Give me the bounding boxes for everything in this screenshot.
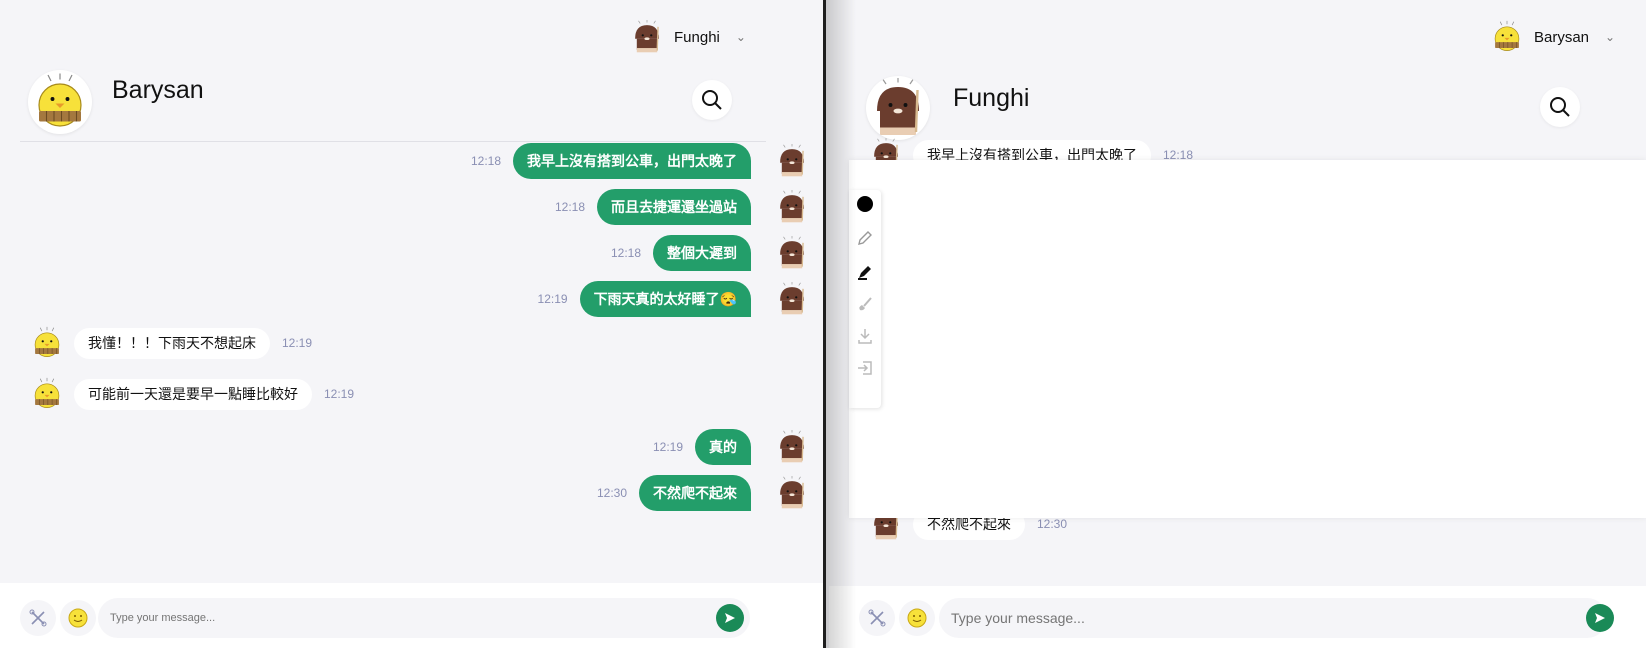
message-row: 我懂！！！下雨天不想起床 12:19	[30, 326, 312, 360]
user-menu[interactable]: Barysan ⌄	[1490, 20, 1615, 54]
send-button[interactable]	[1586, 604, 1614, 632]
composer	[829, 586, 1646, 648]
sender-avatar	[775, 144, 809, 178]
current-user-name: Barysan	[1534, 28, 1590, 46]
contact-avatar	[866, 76, 930, 140]
message-time: 12:18	[470, 154, 501, 168]
color-picker-button[interactable]	[855, 194, 875, 214]
message-input[interactable]	[98, 598, 750, 638]
download-icon	[858, 329, 872, 344]
sender-avatar	[775, 282, 809, 316]
whiteboard-canvas[interactable]	[849, 160, 1646, 518]
pencil-icon	[858, 231, 872, 245]
message-time: 12:18	[554, 200, 585, 214]
message-bubble-outgoing[interactable]: 而且去捷運還坐過站	[597, 189, 751, 225]
left-chat-window: Funghi ⌄ Barysan 12:18 我早上沒有搭到公車，出門太晚了 1…	[0, 0, 826, 648]
search-button[interactable]	[1540, 87, 1580, 127]
message-bubble-outgoing[interactable]: 整個大遲到	[653, 235, 751, 271]
message-row: 12:18 整個大遲到	[611, 235, 751, 271]
emoji-icon	[907, 608, 927, 628]
exit-icon	[858, 361, 872, 375]
chat-title: Barysan	[112, 76, 204, 104]
chat-title: Funghi	[953, 84, 1030, 112]
color-swatch-icon	[857, 196, 873, 212]
contact-avatar-small	[30, 377, 64, 411]
send-icon	[1595, 613, 1605, 623]
message-time: 12:19	[282, 336, 313, 350]
current-user-avatar	[630, 20, 664, 54]
message-time: 12:18	[610, 246, 641, 260]
message-time: 12:30	[596, 486, 627, 500]
eraser-button[interactable]	[855, 294, 875, 314]
current-user-name: Funghi	[674, 28, 720, 46]
message-input-container	[98, 598, 750, 638]
message-bubble-outgoing[interactable]: 真的	[695, 429, 751, 465]
message-time: 12:30	[1037, 517, 1068, 531]
search-icon	[1550, 97, 1570, 117]
window-divider	[826, 0, 856, 648]
marker-icon	[858, 266, 871, 280]
search-button[interactable]	[692, 80, 732, 120]
message-row: 12:19 下雨天真的太好睡了😪	[538, 281, 751, 317]
message-input[interactable]	[939, 598, 1607, 638]
message-row: 12:19 真的	[653, 429, 751, 465]
send-button[interactable]	[716, 604, 744, 632]
message-bubble-incoming[interactable]: 我懂！！！下雨天不想起床	[74, 327, 270, 359]
message-row: 可能前一天還是要早一點睡比較好 12:19	[30, 377, 354, 411]
pencil-button[interactable]	[855, 228, 875, 248]
emoji-icon	[68, 608, 88, 628]
sender-avatar	[775, 430, 809, 464]
chevron-down-icon: ⌄	[735, 30, 746, 44]
message-bubble-outgoing[interactable]: 下雨天真的太好睡了😪	[579, 281, 751, 317]
message-input-container	[939, 598, 1607, 638]
exit-button[interactable]	[855, 358, 875, 378]
composer	[0, 583, 823, 648]
message-row: 12:30 不然爬不起來	[597, 475, 751, 511]
tools-button[interactable]	[859, 600, 895, 636]
sender-avatar	[775, 236, 809, 270]
marker-button[interactable]	[855, 262, 875, 282]
current-user-avatar	[1490, 20, 1524, 54]
message-bubble-outgoing[interactable]: 我早上沒有搭到公車，出門太晚了	[513, 143, 751, 179]
message-row: 12:18 而且去捷運還坐過站	[555, 189, 751, 225]
user-menu[interactable]: Funghi ⌄	[630, 20, 746, 54]
send-icon	[725, 613, 735, 623]
message-row: 12:18 我早上沒有搭到公車，出門太晚了	[471, 143, 751, 179]
message-time: 12:19	[324, 387, 355, 401]
search-icon	[702, 90, 722, 110]
message-bubble-incoming[interactable]: 可能前一天還是要早一點睡比較好	[74, 378, 312, 410]
message-bubble-outgoing[interactable]: 不然爬不起來	[639, 475, 751, 511]
message-time: 12:19	[652, 440, 683, 454]
sender-avatar	[775, 476, 809, 510]
chevron-down-icon: ⌄	[1605, 30, 1616, 44]
tools-icon	[868, 609, 886, 627]
emoji-button[interactable]	[899, 600, 935, 636]
sender-avatar	[775, 190, 809, 224]
header-divider	[20, 141, 766, 142]
download-button[interactable]	[855, 326, 875, 346]
emoji-button[interactable]	[60, 600, 96, 636]
contact-avatar	[28, 70, 92, 134]
message-time: 12:19	[537, 292, 568, 306]
tools-button[interactable]	[20, 600, 56, 636]
brush-icon	[859, 297, 872, 311]
tools-icon	[29, 609, 47, 627]
contact-avatar-small	[30, 326, 64, 360]
